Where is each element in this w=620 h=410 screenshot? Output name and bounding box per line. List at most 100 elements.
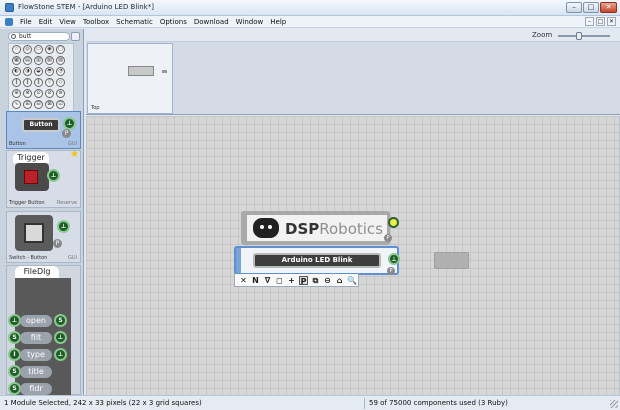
output-connector-icon[interactable]: ⊥ (54, 331, 67, 344)
filter-icon[interactable]: ▦ (12, 56, 21, 65)
search-input[interactable]: butt (19, 33, 31, 41)
filter-button[interactable] (71, 32, 80, 41)
properties-icon[interactable]: P (299, 275, 308, 286)
zoom-slider-track[interactable] (558, 35, 610, 37)
port-label: filt (20, 332, 52, 344)
filter-icon[interactable]: ◉ (45, 45, 54, 54)
menu-window[interactable]: Window (236, 17, 264, 27)
favorite-filter-icon[interactable]: ☆ (12, 45, 21, 54)
trigger-title: Trigger (13, 152, 49, 163)
filter-icon[interactable]: ∇ (263, 276, 272, 285)
output-connector-icon[interactable]: ⊥ (57, 220, 70, 233)
filter-icon[interactable]: ⊞ (23, 100, 32, 109)
menu-options[interactable]: Options (160, 17, 187, 27)
filedlg-port-type[interactable]: I type ⊥ (8, 348, 68, 362)
filter-icon[interactable]: ◒ (34, 67, 43, 76)
add-icon[interactable]: + (287, 276, 296, 285)
filedlg-port-filt[interactable]: S filt ⊥ (8, 331, 68, 345)
switch-inner-square (24, 223, 44, 243)
filter-icon[interactable]: ‖ (34, 78, 43, 87)
filedlg-port-open[interactable]: ⊥ open S (8, 314, 68, 328)
menu-download[interactable]: Download (194, 17, 229, 27)
switch-face (15, 215, 53, 251)
output-connector-icon[interactable]: ⊥ (388, 253, 400, 265)
filter-icon[interactable]: ‖ (12, 78, 21, 87)
property-badge-icon: P (384, 234, 392, 242)
toolbox-search[interactable]: butt (8, 32, 80, 41)
mdi-restore-button[interactable]: □ (596, 17, 605, 26)
mdi-close-button[interactable]: ✕ (607, 17, 616, 26)
filter-icon[interactable]: ▤ (23, 56, 32, 65)
maximize-button[interactable]: □ (583, 2, 599, 13)
filedlg-title: FileDlg (15, 266, 59, 278)
filter-icon[interactable]: ∿ (12, 100, 21, 109)
filter-icon[interactable]: ◎ (23, 45, 32, 54)
output-connector-icon[interactable]: ⊥ (54, 348, 67, 361)
thumbnail-module-preview (128, 66, 154, 76)
menu-help[interactable]: Help (270, 17, 286, 27)
navigator-thumbnail-top[interactable]: Top (87, 43, 173, 114)
schematic-canvas[interactable]: DSPRobotics P Arduino LED Blink ⊥ P ✕ N … (86, 116, 620, 395)
filter-icon[interactable]: ⊚ (56, 89, 65, 98)
arduino-led-blink-module[interactable]: Arduino LED Blink ⊥ P (234, 246, 400, 275)
toolbox-module-trigger-button[interactable]: Trigger ⊥ ★ Trigger Button Reserve (6, 149, 81, 208)
frame-icon[interactable]: ◻ (275, 276, 284, 285)
toolbox-module-button[interactable]: Button ⊥ P Button GUI (6, 111, 81, 149)
property-badge-icon: P (53, 239, 62, 248)
placeholder-module[interactable] (434, 252, 469, 269)
filter-icon[interactable]: ⊙ (34, 89, 43, 98)
close-button[interactable]: ✕ (600, 2, 617, 13)
arduino-led-blink-button[interactable]: Arduino LED Blink (253, 253, 381, 268)
lock-icon[interactable]: ⌂ (335, 276, 344, 285)
filter-icon[interactable]: ◇ (56, 78, 65, 87)
filter-icon[interactable]: ◔ (56, 67, 65, 76)
filter-icon[interactable]: ▨ (56, 56, 65, 65)
filter-icon[interactable]: ▢ (56, 45, 65, 54)
filter-icon[interactable]: ▽ (45, 78, 54, 87)
filedlg-port-title[interactable]: S title (8, 365, 68, 379)
menu-file[interactable]: File (20, 17, 32, 27)
magnify-icon[interactable]: 🔍 (347, 276, 357, 285)
rename-icon[interactable]: N (251, 276, 260, 285)
filter-icon[interactable]: ⊗ (23, 89, 32, 98)
filter-icon[interactable]: ◐ (12, 67, 21, 76)
filter-icon[interactable]: ▥ (34, 56, 43, 65)
filter-icon[interactable]: ⊕ (12, 89, 21, 98)
selection-handle[interactable] (236, 248, 241, 273)
app-icon (5, 3, 14, 12)
delete-icon[interactable]: ✕ (239, 276, 248, 285)
menu-schematic[interactable]: Schematic (116, 17, 153, 27)
zoom-label: Zoom (532, 31, 553, 39)
output-connector-icon[interactable]: ⊥ (47, 169, 60, 182)
resize-grip-icon[interactable] (610, 400, 618, 408)
filter-icon[interactable]: ▭ (34, 45, 43, 54)
favorite-star-icon[interactable]: ★ (70, 149, 79, 160)
mdi-minimize-button[interactable]: – (585, 17, 594, 26)
property-badge-icon: P (62, 129, 71, 138)
document-icon[interactable] (5, 18, 13, 26)
filter-icon[interactable]: ⊠ (45, 100, 54, 109)
filter-icon[interactable]: ◑ (23, 67, 32, 76)
filter-icon[interactable]: ▧ (45, 56, 54, 65)
robot-logo-icon (253, 218, 279, 238)
filter-icon[interactable]: ◓ (45, 67, 54, 76)
string-connector-icon[interactable]: S (54, 314, 67, 327)
status-bar: 1 Module Selected, 242 x 33 pixels (22 x… (0, 395, 620, 410)
filter-icon[interactable]: ‖ (23, 78, 32, 87)
menu-edit[interactable]: Edit (39, 17, 53, 27)
filedlg-port-fldr[interactable]: S fldr (8, 382, 68, 395)
copy-icon[interactable]: ⧉ (311, 276, 320, 285)
filter-icon[interactable]: ⊟ (34, 100, 43, 109)
menu-toolbox[interactable]: Toolbox (83, 17, 109, 27)
view-icon[interactable]: ⊖ (323, 276, 332, 285)
minimize-button[interactable]: – (566, 2, 582, 13)
filter-icon[interactable]: ⊘ (45, 89, 54, 98)
menu-view[interactable]: View (59, 17, 76, 27)
toolbox-module-switch-button[interactable]: ⊥ P Switch - Button GUI (6, 211, 81, 263)
filter-icon[interactable]: ⊡ (56, 100, 65, 109)
search-icon (11, 34, 16, 39)
dsp-robotics-logo-module[interactable]: DSPRobotics P (241, 211, 399, 245)
component-count-status: 59 of 75000 components used (3 Ruby) (369, 399, 508, 407)
zoom-slider-thumb[interactable] (576, 32, 582, 40)
connector-pin-icon[interactable] (388, 217, 399, 228)
